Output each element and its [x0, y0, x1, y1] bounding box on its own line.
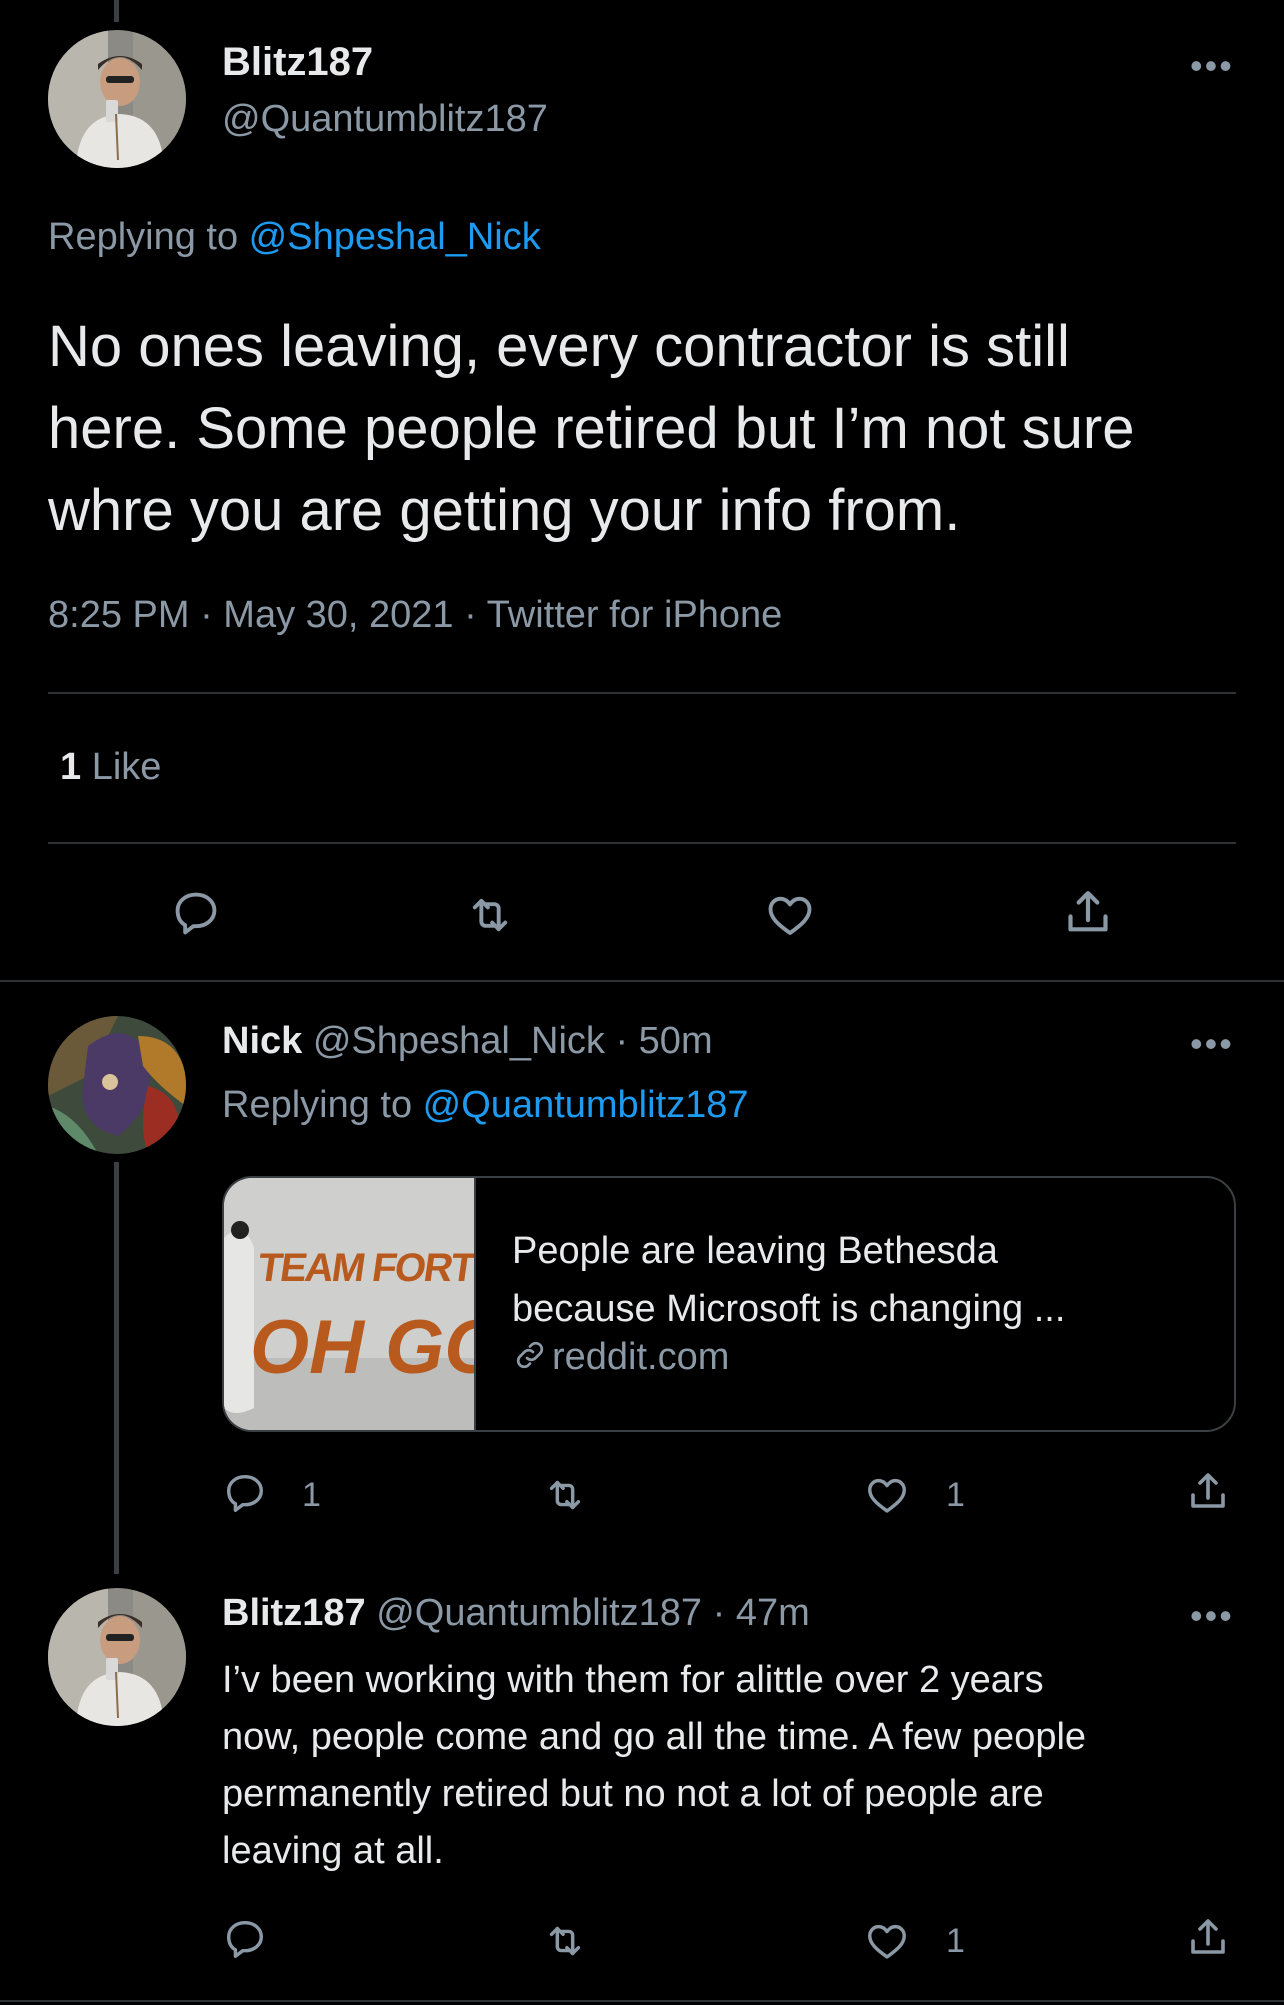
like-label: Like: [81, 746, 162, 788]
tweet-text-line: whre you are getting your info from.: [48, 478, 961, 543]
tweet-text-line: permanently retired but no not a lot of …: [222, 1773, 1044, 1815]
retweet-icon[interactable]: [542, 1472, 588, 1518]
link-card-domain: reddit.com: [512, 1336, 729, 1383]
tweet-time: · 50m: [604, 1020, 713, 1062]
link-card-thumbnail: TEAM FORTRE OH GO: [224, 1178, 474, 1430]
divider: [48, 842, 1236, 844]
replying-to-link[interactable]: @Shpeshal_Nick: [249, 216, 541, 258]
display-name[interactable]: Nick: [222, 1020, 302, 1062]
thumbnail-caption-top: TEAM FORTRE: [254, 1246, 474, 1290]
display-name[interactable]: Blitz187: [222, 40, 373, 85]
user-handle[interactable]: @Shpeshal_Nick: [313, 1020, 605, 1062]
divider: [0, 980, 1284, 982]
link-card[interactable]: TEAM FORTRE OH GO People are leaving Bet…: [222, 1176, 1236, 1432]
user-handle[interactable]: @Quantumblitz187: [222, 98, 548, 141]
avatar[interactable]: [48, 30, 186, 168]
like-count: 1: [946, 1922, 965, 1960]
avatar[interactable]: [48, 1016, 186, 1154]
tweet-time: · 47m: [702, 1592, 810, 1634]
like-count: 1: [60, 746, 82, 788]
divider: [0, 2000, 1284, 2002]
like-icon[interactable]: [864, 1472, 910, 1518]
tweet-text-line: No ones leaving, every contractor is sti…: [48, 314, 1070, 379]
replying-to: Replying to @Quantumblitz187: [222, 1084, 749, 1127]
like-stats[interactable]: 1 Like: [60, 746, 161, 789]
replying-to-label: Replying to: [48, 216, 249, 258]
thumbnail-caption: OH GO: [250, 1305, 474, 1390]
replying-to-link[interactable]: @Quantumblitz187: [423, 1084, 749, 1126]
tweet-text-line: here. Some people retired but I’m not su…: [48, 396, 1135, 461]
link-icon: [512, 1337, 548, 1383]
retweet-icon[interactable]: [464, 889, 516, 941]
replying-to: Replying to @Shpeshal_Nick: [48, 216, 541, 259]
reply-header: Blitz187 @Quantumblitz187 · 47m: [222, 1592, 810, 1635]
display-name[interactable]: Blitz187: [222, 1592, 366, 1634]
link-card-title: People are leaving Bethesda because Micr…: [512, 1222, 1065, 1338]
reply-icon[interactable]: [222, 1916, 268, 1962]
thread-line: [114, 1162, 119, 1574]
link-domain-text: reddit.com: [552, 1336, 730, 1378]
tweet-text: No ones leaving, every contractor is sti…: [48, 306, 1134, 552]
like-icon[interactable]: [764, 889, 816, 941]
reply-count: 1: [302, 1476, 321, 1514]
tweet-text: I’v been working with them for alittle o…: [222, 1652, 1086, 1880]
share-icon[interactable]: [1184, 1468, 1232, 1516]
link-card-title-line: because Microsoft is changing ...: [512, 1288, 1066, 1330]
divider: [48, 692, 1236, 694]
more-icon[interactable]: •••: [1190, 48, 1234, 84]
share-icon[interactable]: [1060, 885, 1116, 941]
link-card-title-line: People are leaving Bethesda: [512, 1230, 998, 1272]
reply-icon[interactable]: [222, 1470, 268, 1516]
tweet-text-line: now, people come and go all the time. A …: [222, 1716, 1087, 1758]
like-count: 1: [946, 1476, 965, 1514]
tweet-text-line: leaving at all.: [222, 1830, 444, 1872]
retweet-icon[interactable]: [542, 1918, 588, 1964]
replying-to-label: Replying to: [222, 1084, 423, 1126]
share-icon[interactable]: [1184, 1914, 1232, 1962]
user-handle[interactable]: @Quantumblitz187: [376, 1592, 702, 1634]
tweet-text-line: I’v been working with them for alittle o…: [222, 1659, 1044, 1701]
more-icon[interactable]: •••: [1190, 1026, 1234, 1062]
reply-icon[interactable]: [170, 887, 222, 939]
more-icon[interactable]: •••: [1190, 1598, 1234, 1634]
reply-header: Nick @Shpeshal_Nick · 50m: [222, 1020, 713, 1063]
thread-line-top: [114, 0, 119, 22]
like-icon[interactable]: [864, 1918, 910, 1964]
tweet-meta: 8:25 PM · May 30, 2021 · Twitter for iPh…: [48, 594, 783, 636]
avatar[interactable]: [48, 1588, 186, 1726]
link-card-separator: [474, 1178, 476, 1430]
